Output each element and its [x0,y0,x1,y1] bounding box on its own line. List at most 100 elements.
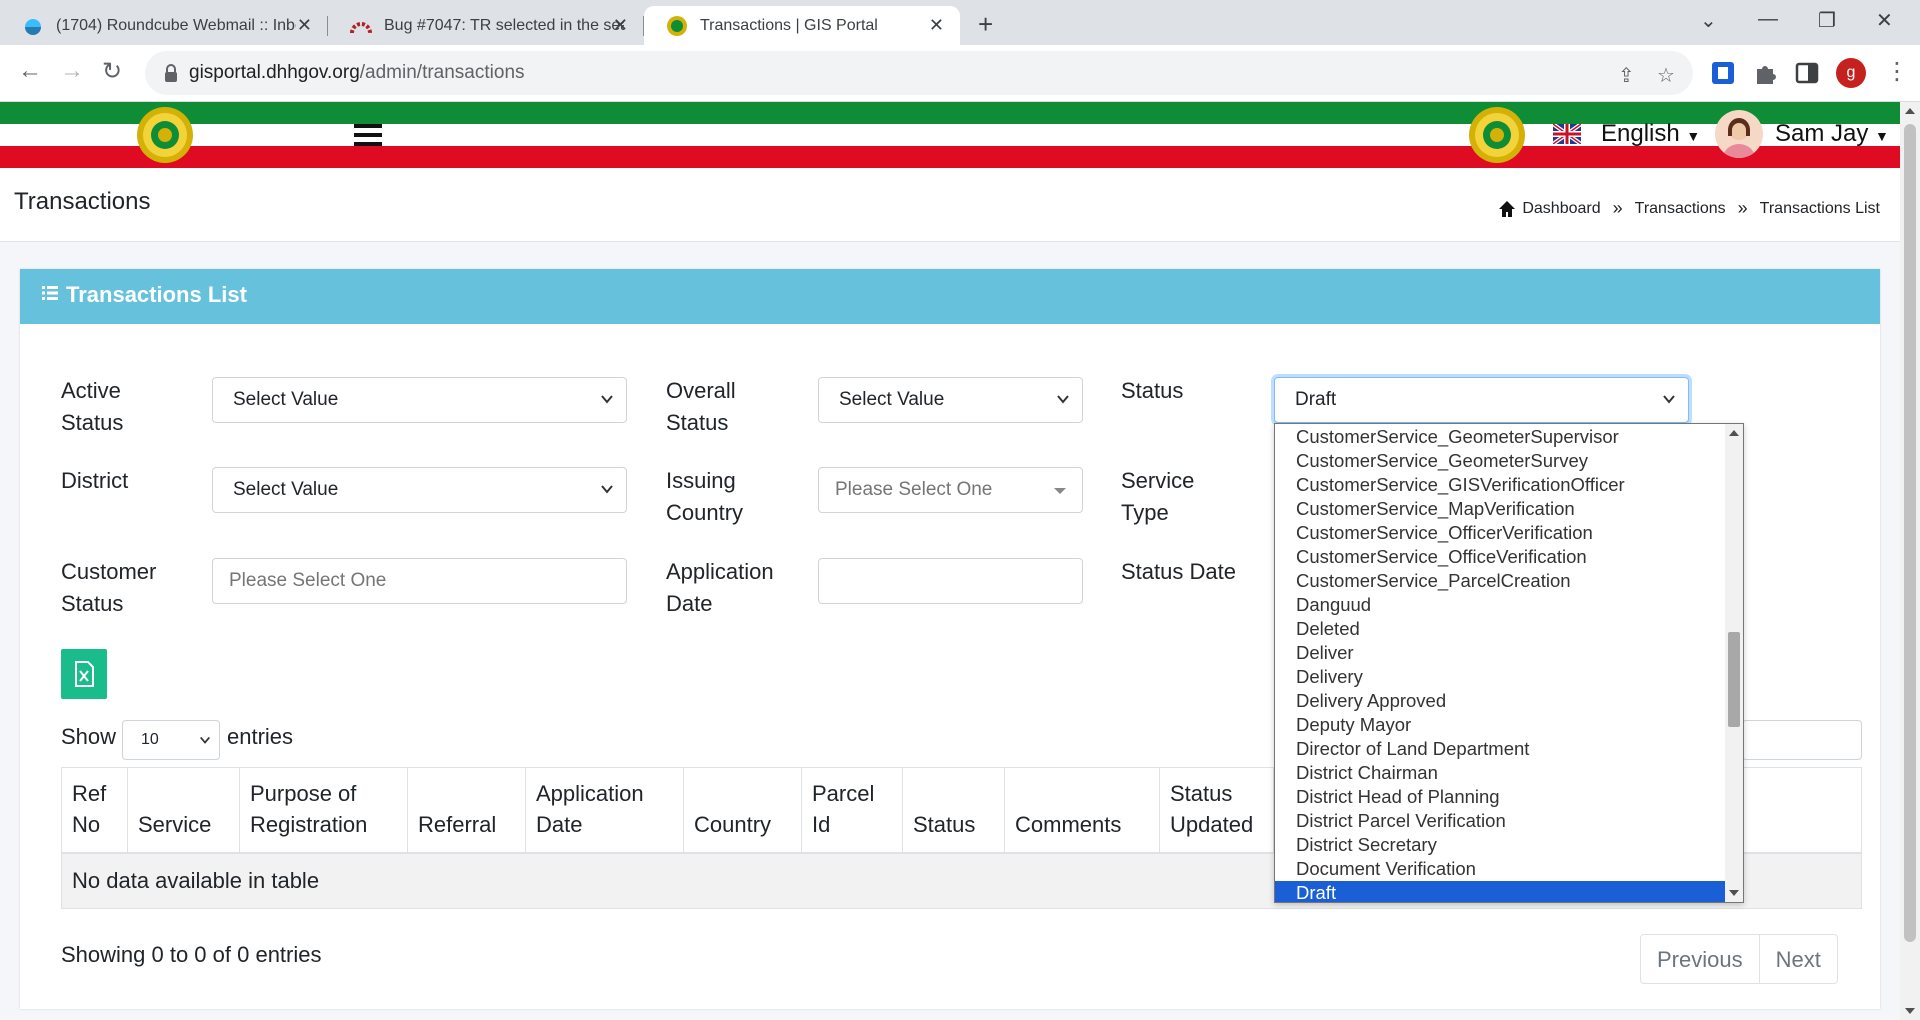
dropdown-option[interactable]: Draft [1275,881,1743,902]
browser-tab-transactions[interactable]: Transactions | GIS Portal ✕ [644,6,960,45]
status-dropdown-list[interactable]: CustomerService_GeometerSupervisor Custom… [1274,423,1744,903]
card-header: Transactions List [20,269,1880,324]
dropdown-scroll-thumb[interactable] [1728,632,1740,727]
share-icon[interactable]: ⇪ [1618,63,1635,88]
back-button[interactable]: ← [18,57,42,85]
side-panel-icon[interactable] [1794,60,1820,86]
dropdown-option[interactable]: CustomerService_OfficeVerification [1275,545,1743,569]
close-icon[interactable]: ✕ [297,15,312,36]
dropdown-option[interactable]: Deliver [1275,641,1743,665]
table-info: Showing 0 to 0 of 0 entries [61,942,322,967]
excel-export-button[interactable] [61,649,107,699]
entries-per-page-select[interactable]: 10 [122,720,220,760]
dropdown-option[interactable]: Delivery [1275,665,1743,689]
dropdown-option[interactable]: Deleted [1275,617,1743,641]
scroll-down-arrow-icon[interactable] [1905,1008,1915,1014]
site-header: English ▼ Sam Jay ▼ [0,102,1900,168]
extension-icon[interactable] [1710,60,1736,86]
application-date-label: Application Date [666,559,774,616]
breadcrumb-transactions[interactable]: Transactions [1635,200,1726,218]
page-scrollbar[interactable] [1900,102,1920,1020]
dropdown-option[interactable]: Director of Land Department [1275,737,1743,761]
chevron-down-icon [601,395,613,404]
dropdown-option[interactable]: District Parcel Verification [1275,809,1743,833]
new-tab-button[interactable]: + [978,9,993,40]
issuing-country-select[interactable]: Please Select One [818,467,1083,513]
overall-status-select[interactable]: Select Value [818,377,1083,423]
breadcrumb-dashboard[interactable]: Dashboard [1522,200,1600,218]
scroll-up-arrow-icon[interactable] [1905,108,1915,114]
emblem-logo[interactable] [136,106,194,164]
breadcrumb-separator: » [1612,198,1623,218]
scroll-up-arrow-icon[interactable] [1729,430,1739,436]
user-avatar[interactable] [1715,110,1763,158]
close-icon[interactable]: ✕ [613,15,628,36]
minimize-button[interactable]: — [1758,8,1778,31]
caret-down-icon [1054,488,1066,494]
puzzle-icon[interactable] [1752,60,1778,86]
dropdown-option[interactable]: CustomerService_OfficerVerification [1275,521,1743,545]
scroll-down-arrow-icon[interactable] [1729,890,1739,896]
application-date-input[interactable] [818,558,1083,604]
url-field[interactable]: gisportal.dhhgov.org/admin/transactions … [145,51,1693,95]
chevron-down-icon [601,485,613,494]
dropdown-option[interactable]: CustomerService_MapVerification [1275,497,1743,521]
bookmark-star-icon[interactable]: ☆ [1657,63,1675,88]
roundcube-icon [25,18,41,35]
chevron-down-icon [1057,395,1069,404]
card-title: Transactions List [66,282,247,307]
forward-button[interactable]: → [60,57,84,85]
column-header-status[interactable]: Status [902,767,1005,854]
next-page-button[interactable]: Next [1758,935,1837,983]
menu-dots-icon[interactable]: ⋮ [1885,57,1909,86]
dropdown-option[interactable]: Document Verification [1275,857,1743,881]
excel-file-icon [75,661,94,687]
gis-emblem-icon [667,15,687,36]
active-status-label: Active Status [61,378,124,435]
caret-down-icon: ▼ [1686,128,1701,144]
dropdown-option[interactable]: District Chairman [1275,761,1743,785]
dropdown-option[interactable]: Danguud [1275,593,1743,617]
active-status-select[interactable]: Select Value [212,377,627,423]
column-header-country[interactable]: Country [683,767,802,854]
dropdown-scrollbar[interactable] [1725,424,1743,902]
list-icon [42,286,58,300]
entries-label: entries [227,724,294,749]
dropdown-option[interactable]: CustomerService_ParcelCreation [1275,569,1743,593]
column-header-comments[interactable]: Comments [1004,767,1160,854]
language-dropdown[interactable]: English ▼ [1601,120,1700,148]
close-icon[interactable]: ✕ [929,15,944,36]
user-menu-dropdown[interactable]: Sam Jay ▼ [1775,120,1889,148]
reload-button[interactable]: ↻ [102,57,122,86]
column-header-application-date[interactable]: Application Date [525,767,684,854]
dropdown-option[interactable]: CustomerService_GISVerificationOfficer [1275,473,1743,497]
column-header-status-updated[interactable]: Status Updated [1159,767,1274,854]
district-select[interactable]: Select Value [212,467,627,513]
customer-status-select[interactable]: Please Select One [212,558,627,604]
breadcrumb: Dashboard » Transactions » Transactions … [1498,198,1880,219]
table-search-input[interactable] [1742,720,1862,760]
dropdown-option[interactable]: District Secretary [1275,833,1743,857]
browser-tab-roundcube[interactable]: (1704) Roundcube Webmail :: Inbox ✕ [0,6,328,45]
status-date-label: Status Date [1121,559,1236,584]
tab-search-icon[interactable]: ⌄ [1700,8,1717,33]
district-label: District [61,468,129,493]
dropdown-option[interactable]: CustomerService_GeometerSurvey [1275,449,1743,473]
dropdown-option[interactable]: Delivery Approved [1275,689,1743,713]
hamburger-menu-icon[interactable] [354,124,382,146]
column-header-referral[interactable]: Referral [407,767,526,854]
dropdown-option[interactable]: District Head of Planning [1275,785,1743,809]
dropdown-option[interactable]: CustomerService_GeometerSupervisor [1275,425,1743,449]
status-select[interactable]: Draft [1274,377,1689,423]
profile-avatar[interactable]: g [1836,58,1866,88]
column-header-ref-no[interactable]: Ref No [61,767,128,854]
column-header-purpose[interactable]: Purpose of Registration [239,767,408,854]
previous-page-button[interactable]: Previous [1641,935,1759,983]
dropdown-option[interactable]: Deputy Mayor [1275,713,1743,737]
page-scroll-thumb[interactable] [1904,124,1916,942]
restore-button[interactable]: ❐ [1818,8,1836,33]
browser-tab-bug[interactable]: Bug #7047: TR selected in the searc ✕ [328,6,644,45]
column-header-service[interactable]: Service [127,767,240,854]
window-close-button[interactable]: ✕ [1876,8,1893,33]
column-header-parcel-id[interactable]: Parcel Id [801,767,903,854]
